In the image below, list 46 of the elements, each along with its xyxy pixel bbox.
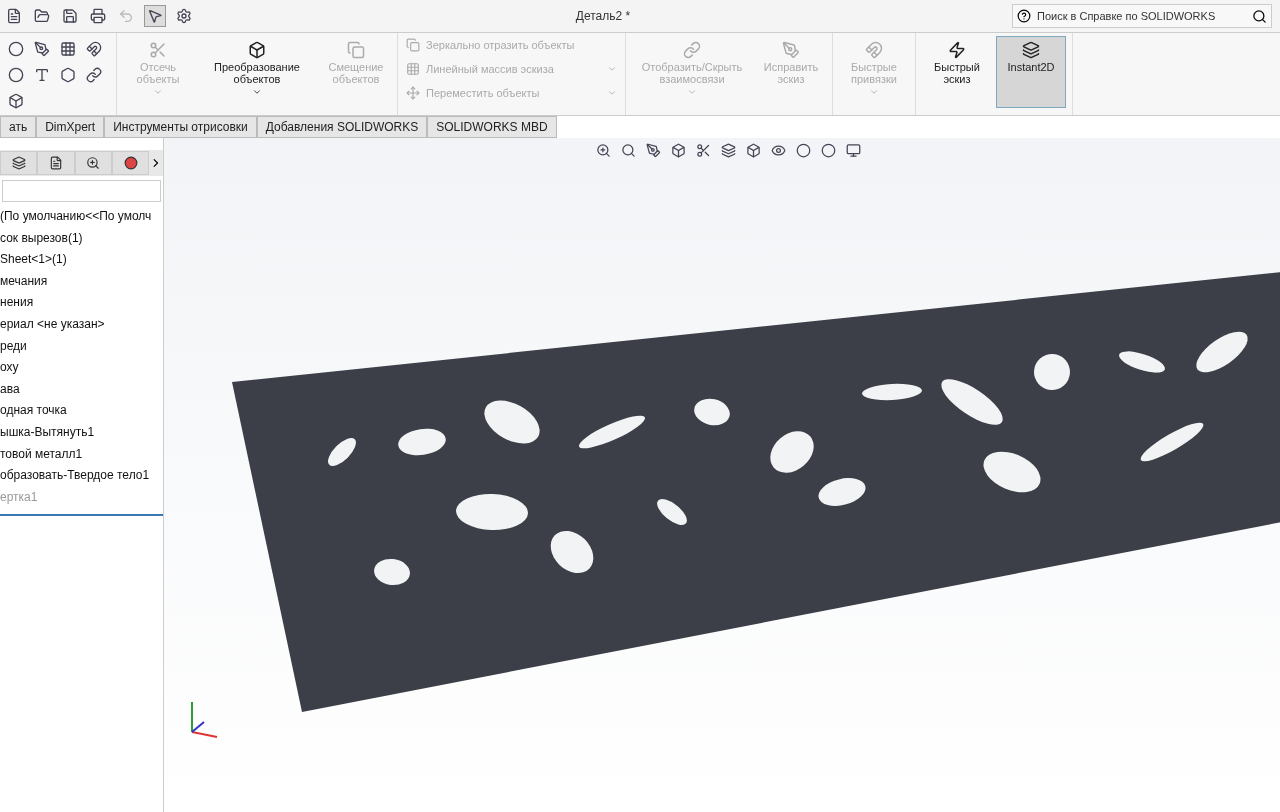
settings-icon[interactable] bbox=[174, 6, 194, 26]
ribbon-command-icon bbox=[149, 41, 167, 59]
command-tab[interactable]: Инструменты отрисовки bbox=[104, 116, 257, 138]
command-tab[interactable]: ать bbox=[0, 116, 37, 138]
ribbon-button[interactable]: Преобразование объектов bbox=[197, 36, 317, 108]
ribbon-command-icon bbox=[347, 41, 365, 59]
command-tab[interactable]: Добавления SOLIDWORKS bbox=[256, 116, 428, 138]
tree-item[interactable]: сок вырезов(1) bbox=[0, 227, 163, 250]
command-tab[interactable]: SOLIDWORKS MBD bbox=[427, 116, 557, 138]
ribbon-button[interactable]: Быстрый эскиз bbox=[922, 36, 992, 108]
print-icon[interactable] bbox=[88, 6, 108, 26]
tree-item[interactable]: товой металл1 bbox=[0, 443, 163, 466]
ribbon-command-icon bbox=[865, 41, 883, 59]
pointer-icon[interactable] bbox=[144, 5, 166, 27]
ribbon-command-icon bbox=[248, 41, 266, 59]
ribbon-command-icon bbox=[683, 41, 701, 59]
ribbon-command-icon bbox=[406, 38, 420, 52]
appearance-tab-icon[interactable] bbox=[112, 151, 150, 175]
window-title: Деталь2 * bbox=[574, 9, 632, 23]
filter-field[interactable] bbox=[2, 180, 161, 202]
ribbon-button[interactable]: Instant2D bbox=[996, 36, 1066, 108]
tree-item[interactable]: (По умолчанию<<По умолч bbox=[0, 206, 163, 228]
help-search-box[interactable]: Поиск в Справке по SOLIDWORKS bbox=[1012, 4, 1272, 28]
tree-item[interactable]: ава bbox=[0, 378, 163, 401]
help-search-field[interactable]: Поиск в Справке по SOLIDWORKS bbox=[1035, 9, 1248, 23]
tree-item[interactable]: ышка-Вытянуть1 bbox=[0, 421, 163, 444]
tree-item[interactable]: Sheet<1>(1) bbox=[0, 249, 163, 271]
ribbon-command-icon bbox=[1022, 41, 1040, 59]
ribbon-command-icon bbox=[948, 41, 966, 59]
ribbon-command-icon bbox=[406, 86, 420, 100]
tree-item[interactable]: оху bbox=[0, 357, 163, 379]
tree-item[interactable]: реди bbox=[0, 335, 163, 358]
tree-item[interactable]: нения bbox=[0, 292, 163, 314]
axis-triad-icon bbox=[191, 701, 218, 738]
tree-item[interactable]: ериал <не указан> bbox=[0, 313, 163, 336]
help-icon bbox=[1017, 9, 1031, 23]
property-tab-icon[interactable] bbox=[37, 151, 75, 175]
ribbon-command-icon bbox=[406, 62, 420, 76]
search-icon bbox=[1252, 8, 1267, 24]
feature-tab-icon[interactable] bbox=[0, 151, 38, 175]
command-tab[interactable]: DimXpert bbox=[36, 116, 105, 138]
tree-item[interactable]: мечания bbox=[0, 270, 163, 293]
tree-item[interactable]: одная точка bbox=[0, 400, 163, 422]
ribbon-command-icon bbox=[782, 41, 800, 59]
save-icon[interactable] bbox=[60, 6, 80, 26]
tree-item[interactable]: образовать-Твердое тело1 bbox=[0, 465, 163, 487]
